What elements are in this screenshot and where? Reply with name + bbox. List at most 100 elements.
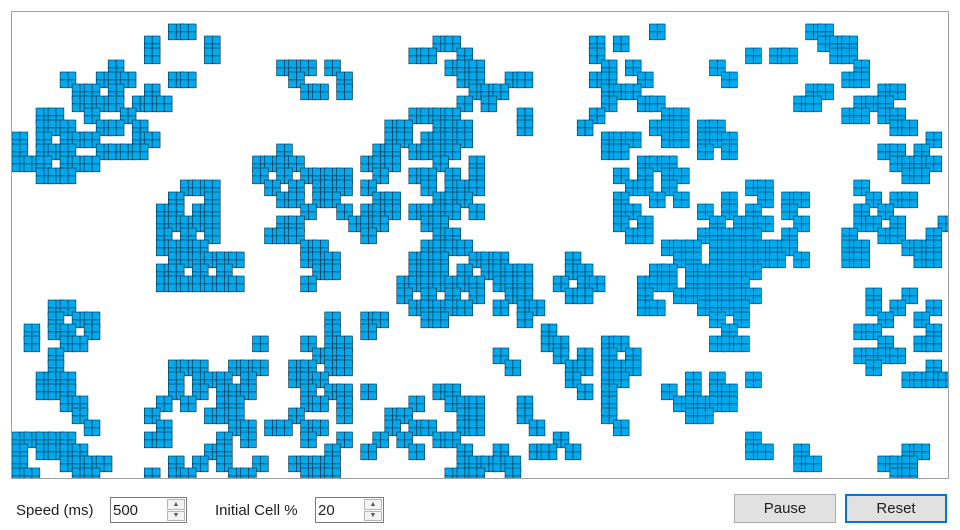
live-cell[interactable] bbox=[67, 119, 77, 129]
live-cell[interactable] bbox=[656, 23, 666, 33]
live-cell[interactable] bbox=[813, 455, 822, 465]
live-cell[interactable] bbox=[432, 299, 442, 309]
live-cell[interactable] bbox=[360, 391, 369, 401]
live-cell[interactable] bbox=[697, 299, 706, 309]
live-cell[interactable] bbox=[721, 287, 730, 297]
live-cell[interactable] bbox=[71, 443, 81, 453]
live-cell[interactable] bbox=[913, 143, 923, 153]
live-cell[interactable] bbox=[35, 167, 45, 177]
live-cell[interactable] bbox=[596, 283, 606, 293]
live-cell[interactable] bbox=[380, 215, 389, 225]
live-cell[interactable] bbox=[468, 251, 478, 261]
live-cell[interactable] bbox=[528, 299, 538, 309]
live-cell[interactable] bbox=[656, 199, 666, 209]
live-cell[interactable] bbox=[733, 335, 742, 345]
live-cell[interactable] bbox=[372, 311, 381, 321]
live-cell[interactable] bbox=[873, 191, 882, 201]
live-cell[interactable] bbox=[825, 23, 834, 33]
live-cell[interactable] bbox=[228, 283, 237, 293]
live-cell[interactable] bbox=[95, 119, 105, 129]
live-cell[interactable] bbox=[921, 175, 931, 185]
live-cell[interactable] bbox=[59, 175, 69, 185]
live-cell[interactable] bbox=[757, 179, 766, 189]
live-cell[interactable] bbox=[913, 443, 923, 453]
live-cell[interactable] bbox=[344, 187, 353, 197]
live-cell[interactable] bbox=[432, 119, 442, 129]
live-cell[interactable] bbox=[769, 251, 778, 261]
live-cell[interactable] bbox=[336, 395, 345, 405]
live-cell[interactable] bbox=[829, 47, 838, 57]
live-cell[interactable] bbox=[673, 191, 682, 201]
live-cell[interactable] bbox=[47, 323, 57, 333]
live-cell[interactable] bbox=[67, 371, 77, 381]
live-cell[interactable] bbox=[163, 95, 173, 105]
live-cell[interactable] bbox=[789, 47, 798, 57]
live-cell[interactable] bbox=[151, 467, 161, 477]
live-cell[interactable] bbox=[204, 275, 213, 285]
live-cell[interactable] bbox=[336, 431, 345, 441]
live-cell[interactable] bbox=[721, 323, 730, 333]
live-cell[interactable] bbox=[456, 443, 466, 453]
live-cell[interactable] bbox=[428, 167, 437, 177]
live-cell[interactable] bbox=[180, 71, 189, 81]
live-cell[interactable] bbox=[709, 311, 718, 321]
live-cell[interactable] bbox=[432, 263, 442, 273]
live-cell[interactable] bbox=[596, 275, 606, 285]
live-cell[interactable] bbox=[276, 143, 285, 153]
live-cell[interactable] bbox=[552, 347, 562, 357]
live-cell[interactable] bbox=[91, 131, 101, 141]
live-cell[interactable] bbox=[300, 395, 309, 405]
live-cell[interactable] bbox=[156, 431, 165, 441]
live-cell[interactable] bbox=[661, 275, 670, 285]
live-cell[interactable] bbox=[312, 83, 321, 93]
live-cell[interactable] bbox=[156, 439, 165, 449]
live-cell[interactable] bbox=[464, 95, 474, 105]
live-cell[interactable] bbox=[332, 467, 341, 477]
live-cell[interactable] bbox=[464, 239, 474, 249]
live-cell[interactable] bbox=[620, 167, 630, 177]
live-cell[interactable] bbox=[673, 107, 682, 117]
live-cell[interactable] bbox=[384, 203, 393, 213]
live-cell[interactable] bbox=[324, 59, 333, 69]
live-cell[interactable] bbox=[59, 443, 69, 453]
live-cell[interactable] bbox=[312, 419, 321, 429]
live-cell[interactable] bbox=[464, 119, 474, 129]
live-cell[interactable] bbox=[937, 215, 947, 225]
live-cell[interactable] bbox=[212, 55, 221, 65]
live-cell[interactable] bbox=[336, 179, 345, 189]
live-cell[interactable] bbox=[717, 59, 726, 69]
live-cell[interactable] bbox=[416, 403, 425, 413]
live-cell[interactable] bbox=[300, 455, 309, 465]
live-cell[interactable] bbox=[705, 407, 714, 417]
live-cell[interactable] bbox=[464, 299, 474, 309]
live-cell[interactable] bbox=[432, 215, 442, 225]
live-cell[interactable] bbox=[115, 127, 125, 137]
live-cell[interactable] bbox=[913, 311, 923, 321]
live-cell[interactable] bbox=[745, 227, 754, 237]
live-cell[interactable] bbox=[240, 475, 249, 479]
live-cell[interactable] bbox=[901, 247, 911, 257]
live-cell[interactable] bbox=[420, 251, 430, 261]
live-cell[interactable] bbox=[721, 263, 730, 273]
live-cell[interactable] bbox=[156, 227, 165, 237]
live-cell[interactable] bbox=[697, 415, 706, 425]
live-cell[interactable] bbox=[697, 395, 706, 405]
live-cell[interactable] bbox=[913, 167, 923, 177]
live-cell[interactable] bbox=[368, 179, 377, 189]
live-cell[interactable] bbox=[107, 83, 117, 93]
live-cell[interactable] bbox=[324, 179, 333, 189]
live-cell[interactable] bbox=[240, 359, 249, 369]
live-cell[interactable] bbox=[693, 383, 702, 393]
live-cell[interactable] bbox=[308, 383, 317, 393]
live-cell[interactable] bbox=[745, 55, 754, 65]
live-cell[interactable] bbox=[909, 119, 918, 129]
live-cell[interactable] bbox=[564, 359, 574, 369]
live-cell[interactable] bbox=[516, 395, 526, 405]
live-cell[interactable] bbox=[312, 239, 321, 249]
live-cell[interactable] bbox=[216, 383, 225, 393]
live-cell[interactable] bbox=[131, 143, 141, 153]
live-cell[interactable] bbox=[901, 199, 911, 209]
live-cell[interactable] bbox=[456, 263, 466, 273]
live-cell[interactable] bbox=[673, 139, 682, 149]
live-cell[interactable] bbox=[288, 179, 297, 189]
